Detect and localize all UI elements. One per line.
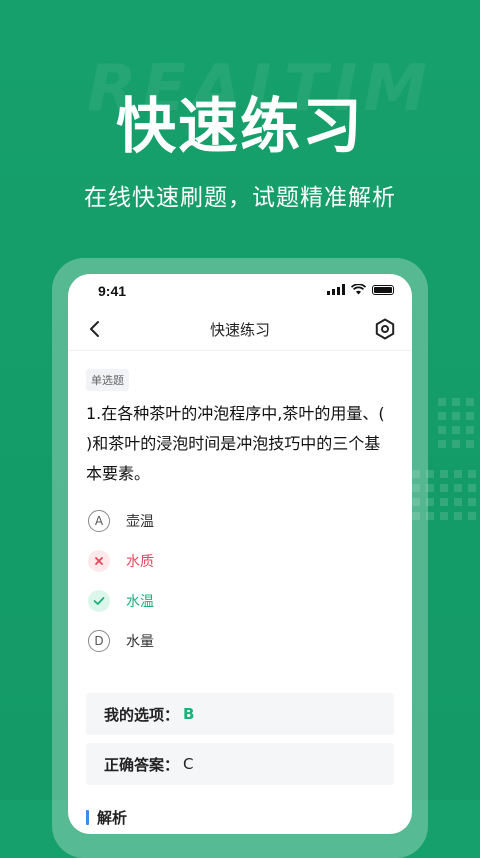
option-d[interactable]: D 水量 xyxy=(86,621,394,661)
hexagon-settings-icon[interactable] xyxy=(372,316,398,342)
status-time: 9:41 xyxy=(98,283,127,299)
analysis-heading: 解析 xyxy=(86,807,394,828)
check-icon xyxy=(88,590,110,612)
signal-icon xyxy=(327,284,345,295)
analysis-title: 解析 xyxy=(97,809,128,827)
status-bar: 9:41 xyxy=(68,274,412,308)
option-list: A 壶温 水质 水温 D 水量 xyxy=(86,501,394,661)
phone-screen: 9:41 快速练习 单选题 1.在各种茶叶的冲泡程序中,茶叶的用量、( )和茶叶… xyxy=(68,274,412,834)
option-a-text: 壶温 xyxy=(126,514,154,530)
option-a[interactable]: A 壶温 xyxy=(86,501,394,541)
my-choice-value: B xyxy=(183,705,195,723)
page-title: 快速练习 xyxy=(209,321,270,339)
option-a-badge: A xyxy=(88,510,110,532)
correct-answer-value: C xyxy=(183,755,194,773)
correct-answer-box: 正确答案： C xyxy=(86,743,394,785)
option-d-text: 水量 xyxy=(126,634,154,650)
cross-icon xyxy=(88,550,110,572)
nav-bar: 快速练习 xyxy=(68,308,412,351)
question-type-tag: 单选题 xyxy=(86,369,129,391)
option-d-badge: D xyxy=(88,630,110,652)
option-b[interactable]: 水质 xyxy=(86,541,394,581)
my-choice-box: 我的选项： B xyxy=(86,693,394,735)
question-text: 1.在各种茶叶的冲泡程序中,茶叶的用量、( )和茶叶的浸泡时间是冲泡技巧中的三个… xyxy=(86,404,385,483)
decorative-dot-grid xyxy=(438,398,480,448)
option-c-text: 水温 xyxy=(126,594,154,610)
battery-icon xyxy=(372,284,394,295)
question-content: 单选题 1.在各种茶叶的冲泡程序中,茶叶的用量、( )和茶叶的浸泡时间是冲泡技巧… xyxy=(68,351,412,828)
promo-headline: 快速练习 xyxy=(116,92,364,162)
my-choice-label: 我的选项： xyxy=(104,705,180,724)
promo-subline: 在线快速刷题，试题精准解析 xyxy=(84,185,396,211)
wifi-icon xyxy=(351,284,366,295)
option-b-text: 水质 xyxy=(126,554,154,570)
correct-answer-label: 正确答案： xyxy=(104,755,180,774)
section-accent-bar xyxy=(86,810,89,825)
option-c[interactable]: 水温 xyxy=(86,581,394,621)
